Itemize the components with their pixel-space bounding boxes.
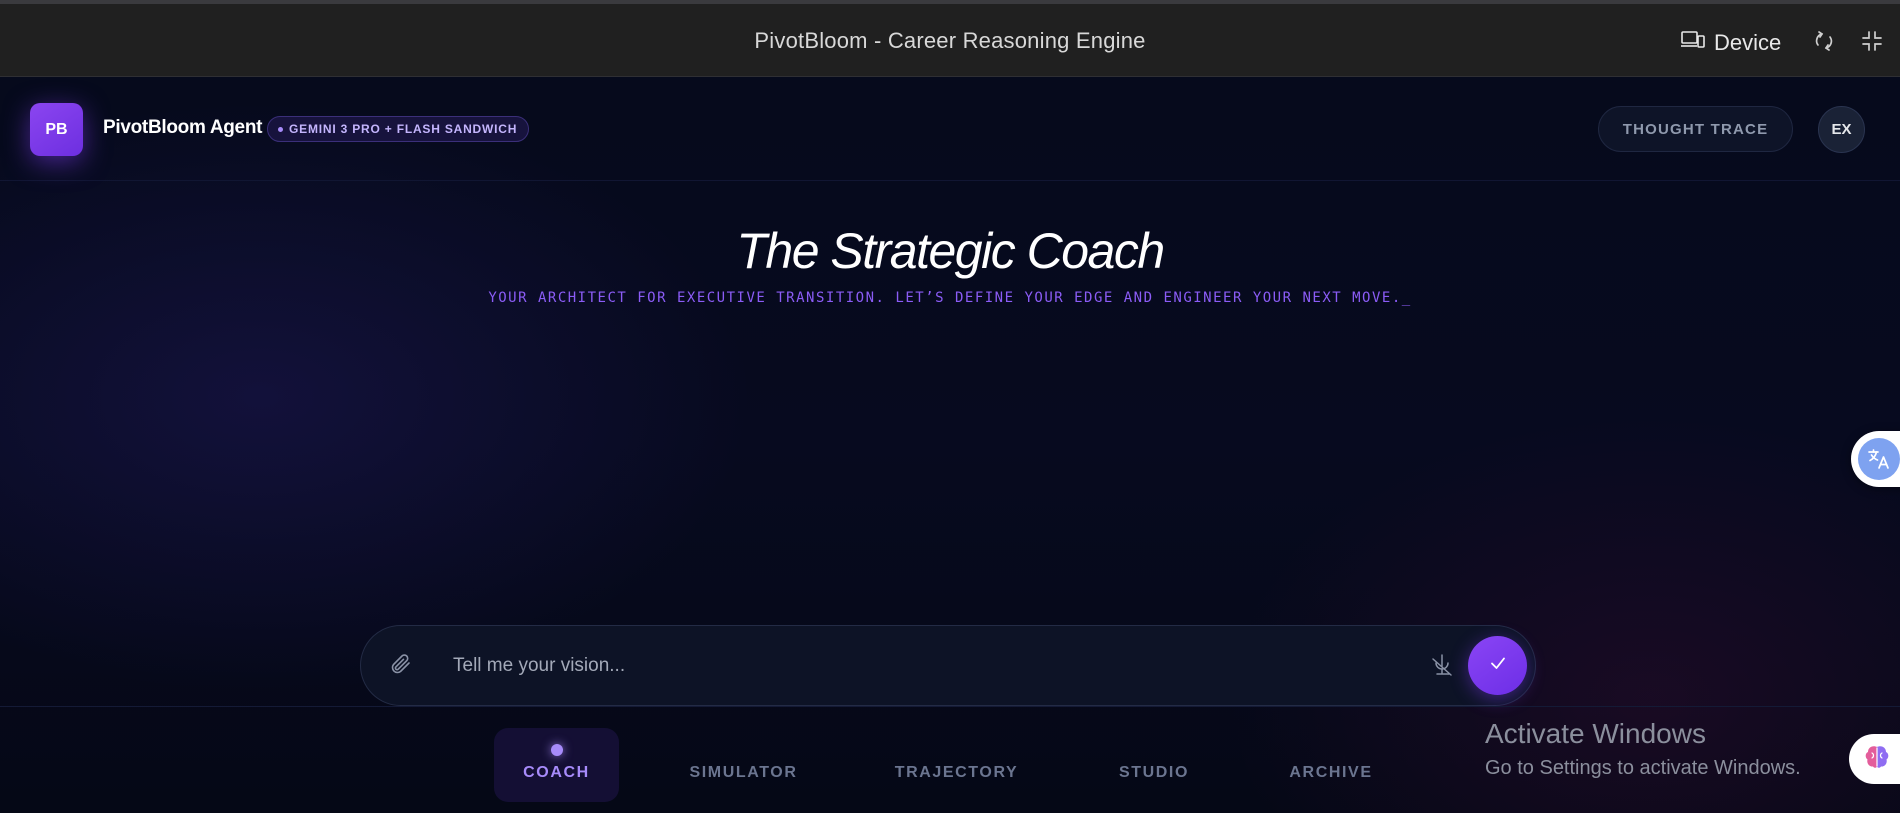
check-icon	[1488, 653, 1508, 678]
tab-simulator[interactable]: SIMULATOR	[676, 728, 811, 802]
activate-windows-title: Activate Windows	[1485, 718, 1706, 749]
app-logo[interactable]: PB	[30, 103, 83, 156]
nav-divider	[0, 706, 1900, 707]
rotate-icon	[1813, 30, 1835, 57]
thought-trace-button[interactable]: THOUGHT TRACE	[1598, 106, 1793, 152]
attach-button[interactable]	[387, 652, 415, 680]
window-title-bar: PivotBloom - Career Reasoning Engine Dev…	[0, 0, 1900, 77]
model-badge: GEMINI 3 PRO + FLASH SANDWICH	[267, 116, 530, 142]
prompt-input[interactable]	[451, 646, 1351, 686]
app-root: PB PivotBloom Agent GEMINI 3 PRO + FLASH…	[0, 77, 1900, 813]
prompt-bar	[360, 625, 1536, 706]
tab-studio[interactable]: STUDIO	[1104, 728, 1204, 802]
avatar[interactable]: EX	[1818, 106, 1865, 153]
tab-label: STUDIO	[1118, 764, 1190, 781]
tab-archive[interactable]: ARCHIVE	[1280, 728, 1382, 802]
fullscreen-button[interactable]	[1859, 30, 1885, 56]
agent-name: PivotBloom Agent	[103, 117, 263, 138]
brain-icon	[1862, 742, 1892, 777]
status-dot-icon	[278, 126, 283, 132]
rotate-button[interactable]	[1811, 30, 1837, 56]
page-subtitle: YOUR ARCHITECT FOR EXECUTIVE TRANSITION.…	[488, 290, 1412, 306]
tab-label: SIMULATOR	[689, 764, 798, 781]
microphone-icon	[1429, 652, 1455, 683]
devices-icon	[1680, 29, 1706, 57]
device-button[interactable]: Device	[1680, 28, 1781, 58]
tab-label: COACH	[523, 764, 590, 781]
fullscreen-exit-icon	[1861, 30, 1883, 57]
send-button[interactable]	[1468, 636, 1527, 695]
tab-trajectory[interactable]: TRAJECTORY	[886, 728, 1027, 802]
window-title: PivotBloom - Career Reasoning Engine	[754, 28, 1146, 53]
translate-widget[interactable]	[1851, 431, 1900, 487]
page-title: The Strategic Coach	[736, 223, 1165, 279]
device-label: Device	[1714, 30, 1782, 55]
tab-label: TRAJECTORY	[894, 764, 1019, 781]
translate-icon	[1858, 438, 1900, 480]
app-header: PB PivotBloom Agent GEMINI 3 PRO + FLASH…	[0, 77, 1900, 181]
paperclip-icon	[389, 652, 413, 681]
mic-button[interactable]	[1427, 652, 1457, 682]
tab-coach[interactable]: COACH	[494, 728, 619, 802]
model-badge-label: GEMINI 3 PRO + FLASH SANDWICH	[289, 122, 518, 136]
active-indicator-dot	[550, 744, 563, 756]
tab-label: ARCHIVE	[1289, 764, 1373, 781]
assistant-widget[interactable]	[1849, 734, 1900, 784]
activate-windows-subtitle: Go to Settings to activate Windows.	[1485, 757, 1801, 779]
